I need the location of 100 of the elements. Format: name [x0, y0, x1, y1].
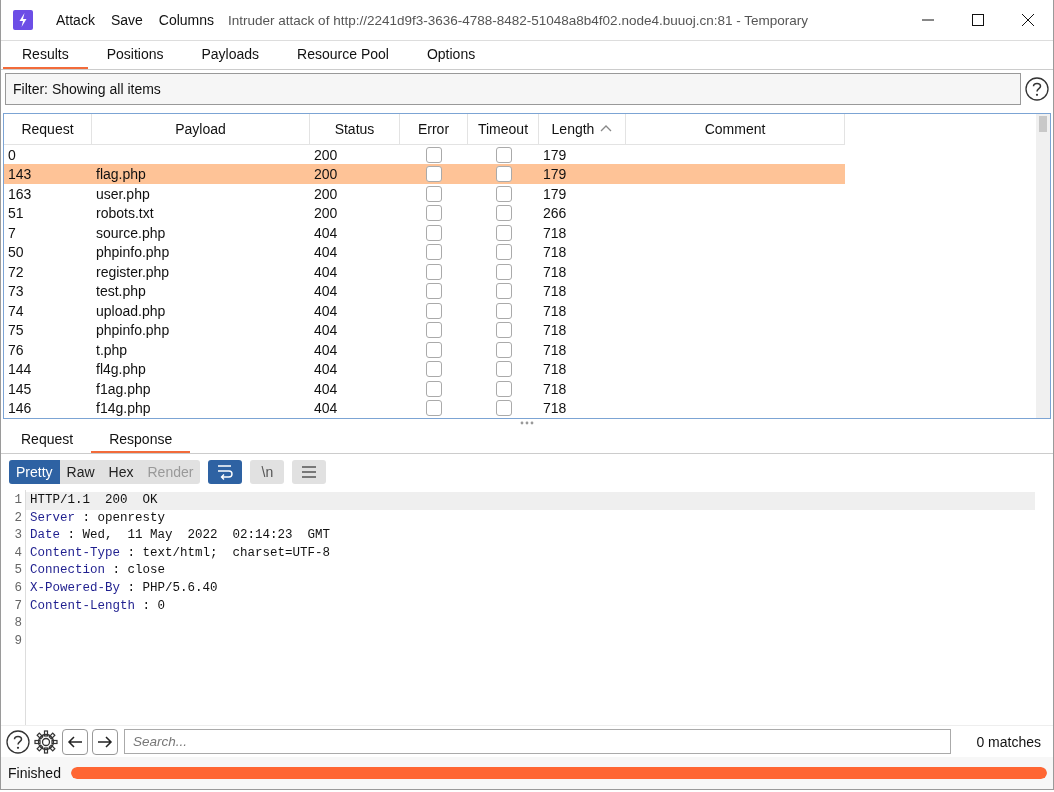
request-number: 75	[7, 322, 25, 339]
filter-bar[interactable]: Filter: Showing all items	[5, 73, 1021, 105]
request-number: 76	[7, 341, 25, 358]
menu-button[interactable]	[292, 460, 327, 484]
checkbox[interactable]	[495, 146, 512, 163]
tab[interactable]: Payloads	[182, 41, 279, 69]
length-cell-text: 718	[542, 341, 568, 358]
length-cell-text: 718	[542, 400, 568, 417]
menu-item[interactable]: Columns	[150, 8, 223, 32]
payload-cell-text: flag.php	[95, 166, 147, 183]
splitter-handle-icon[interactable]	[520, 420, 534, 425]
checkbox[interactable]	[426, 224, 442, 241]
status-code: 404	[313, 322, 339, 339]
tab[interactable]: Request	[3, 426, 92, 453]
checkbox[interactable]	[495, 283, 512, 300]
result-row[interactable]: 145 f1ag.php 404 718	[4, 379, 845, 399]
scrollbar[interactable]	[1036, 114, 1050, 418]
arrow-icon	[67, 734, 83, 749]
tab[interactable]: Resource Pool	[278, 41, 408, 69]
result-row[interactable]: 7 source.php 404 718	[4, 222, 845, 243]
checkbox[interactable]	[426, 205, 442, 222]
column-header[interactable]: Length	[539, 114, 626, 144]
result-row[interactable]: 146 f14g.php 404 718	[4, 398, 845, 419]
app-logo-icon	[13, 10, 33, 30]
request-number: 51	[7, 205, 25, 222]
column-header[interactable]: Status	[310, 114, 400, 144]
column-header[interactable]: Timeout	[468, 114, 539, 144]
result-row[interactable]: 50 phpinfo.php 404 718	[4, 242, 845, 262]
checkbox[interactable]	[495, 205, 512, 222]
view-mode-button[interactable]: Pretty	[9, 460, 60, 484]
menu-item[interactable]: Attack	[48, 8, 103, 32]
column-header[interactable]: Payload	[92, 114, 310, 144]
tab[interactable]: Results	[3, 41, 88, 69]
request-number: 72	[7, 263, 25, 280]
request-number: 0	[7, 146, 17, 163]
payload-cell-text: phpinfo.php	[95, 244, 171, 261]
result-row[interactable]: 74 upload.php 404 718	[4, 301, 845, 321]
payload-cell-text: t.php	[95, 341, 129, 358]
search-field[interactable]: Search...	[124, 729, 951, 754]
previous-button[interactable]	[62, 728, 88, 755]
result-row[interactable]: 0 200 179	[4, 144, 845, 165]
view-mode-button[interactable]: Raw	[59, 460, 102, 484]
checkbox[interactable]	[426, 380, 442, 397]
column-header[interactable]: Comment	[626, 114, 845, 144]
checkbox[interactable]	[495, 400, 512, 417]
show-newlines-button[interactable]: \n	[250, 460, 285, 484]
word-wrap-button[interactable]	[208, 460, 243, 484]
result-row[interactable]: 144 fl4g.php 404 718	[4, 359, 845, 380]
column-header[interactable]: Error	[400, 114, 468, 144]
status-code: 200	[313, 205, 339, 222]
checkbox[interactable]	[426, 263, 442, 280]
result-row[interactable]: 73 test.php 404 718	[4, 281, 845, 301]
tab[interactable]: Options	[407, 41, 495, 69]
result-row[interactable]: 76 t.php 404 718	[4, 340, 845, 360]
result-row[interactable]: 163 user.php 200 179	[4, 183, 845, 204]
line-number: 2	[13, 509, 23, 527]
checkbox[interactable]	[495, 224, 512, 241]
length-cell-text: 718	[542, 244, 568, 261]
checkbox[interactable]	[495, 185, 512, 202]
checkbox[interactable]	[426, 322, 442, 339]
checkbox[interactable]	[495, 244, 512, 261]
checkbox[interactable]	[426, 146, 442, 163]
checkbox[interactable]	[495, 361, 512, 378]
column-header[interactable]: Request	[4, 114, 92, 144]
help-icon[interactable]	[1025, 77, 1049, 101]
menu-item[interactable]: Save	[102, 8, 151, 32]
request-number: 146	[7, 400, 33, 417]
checkbox[interactable]	[426, 302, 442, 319]
request-number: 145	[7, 380, 33, 397]
checkbox[interactable]	[495, 166, 512, 183]
next-button[interactable]	[92, 728, 118, 755]
settings-icon[interactable]	[34, 729, 58, 754]
checkbox[interactable]	[495, 302, 512, 319]
checkbox[interactable]	[426, 185, 442, 202]
result-row[interactable]: 143 flag.php 200 179	[4, 164, 845, 184]
checkbox[interactable]	[495, 322, 512, 339]
view-mode-button[interactable]: Hex	[101, 460, 141, 484]
result-row[interactable]: 51 robots.txt 200 266	[4, 203, 845, 223]
checkbox[interactable]	[426, 244, 442, 261]
line-number: 6	[13, 579, 23, 597]
tab[interactable]: Positions	[87, 41, 183, 69]
length-cell-text: 718	[542, 380, 568, 397]
code-line: Server : openresty	[29, 509, 167, 527]
result-row[interactable]: 72 register.php 404 718	[4, 261, 845, 282]
checkbox[interactable]	[426, 341, 442, 358]
checkbox[interactable]	[426, 283, 442, 300]
result-row[interactable]: 75 phpinfo.php 404 718	[4, 320, 845, 341]
status-code: 404	[313, 263, 339, 280]
payload-cell-text: f1ag.php	[95, 380, 152, 397]
length-cell-text: 718	[542, 322, 568, 339]
checkbox[interactable]	[426, 400, 442, 417]
arrow-icon	[97, 734, 113, 749]
window-title: Intruder attack of http://2241d9f3-3636-4788-8482-51048a8b4f02.node4.buuoj.cn:81 - Temporary	[228, 12, 809, 28]
checkbox[interactable]	[495, 263, 512, 280]
checkbox[interactable]	[495, 341, 512, 358]
checkbox[interactable]	[495, 380, 512, 397]
checkbox[interactable]	[426, 166, 442, 183]
checkbox[interactable]	[426, 361, 442, 378]
help-icon[interactable]	[6, 729, 30, 754]
length-cell-text: 179	[542, 166, 568, 183]
